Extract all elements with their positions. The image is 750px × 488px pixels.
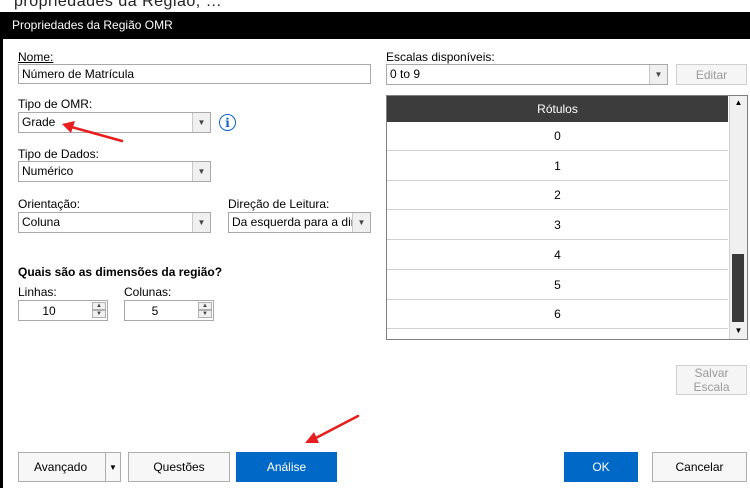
direcao-select[interactable]: Da esquerda para a dir ▼	[228, 212, 371, 233]
avancado-label: Avançado	[34, 460, 88, 474]
analise-button[interactable]: Análise	[236, 452, 337, 482]
dropdown-arrow-icon[interactable]: ▼	[192, 162, 210, 181]
linhas-value: 10	[42, 304, 56, 318]
nome-label-text: Nome:	[18, 50, 54, 64]
rotulos-table[interactable]: Rótulos 01234567 ▲ ▼	[386, 95, 748, 340]
spin-up-icon[interactable]: ▲	[92, 302, 106, 310]
escalas-label: Escalas disponíveis:	[386, 50, 495, 64]
dialog-title: Propriedades da Região OMR	[12, 18, 173, 32]
vertical-scrollbar[interactable]: ▲ ▼	[729, 96, 747, 339]
tipo-omr-value: Grade	[22, 115, 56, 129]
cancelar-button[interactable]: Cancelar	[652, 452, 747, 482]
direcao-value: Da esquerda para a dir	[232, 215, 352, 229]
info-icon[interactable]: i	[219, 114, 236, 131]
spin-down-icon[interactable]: ▼	[92, 310, 106, 318]
background-window-text: propriedades da Região, …	[14, 0, 223, 10]
colunas-label: Colunas:	[124, 285, 172, 299]
questoes-button[interactable]: Questões	[128, 452, 230, 482]
table-row[interactable]: 0	[387, 122, 728, 151]
table-row[interactable]: 3	[387, 211, 728, 241]
tipo-dados-value: Numérico	[22, 164, 74, 178]
table-row[interactable]: 2	[387, 181, 728, 211]
table-row[interactable]: 7	[387, 330, 728, 339]
editar-button[interactable]: Editar	[676, 64, 747, 85]
dimensoes-heading: Quais são as dimensões da região?	[18, 265, 223, 279]
linhas-stepper[interactable]: 10 ▲ ▼	[18, 300, 108, 321]
orientacao-select[interactable]: Coluna ▼	[18, 212, 211, 233]
dropdown-arrow-icon[interactable]: ▼	[105, 453, 121, 481]
escalas-select[interactable]: 0 to 9 ▼	[386, 64, 668, 85]
direcao-label: Direção de Leitura:	[228, 197, 330, 211]
linhas-label: Linhas:	[18, 285, 57, 299]
scroll-up-icon[interactable]: ▲	[730, 96, 747, 110]
orientacao-value: Coluna	[22, 215, 61, 229]
dropdown-arrow-icon[interactable]: ▼	[649, 65, 667, 84]
tipo-dados-label: Tipo de Dados:	[18, 147, 99, 161]
salvar-escala-button[interactable]: Salvar Escala	[676, 365, 747, 395]
tipo-omr-label: Tipo de OMR:	[18, 97, 93, 111]
rotulos-header: Rótulos	[387, 96, 728, 122]
nome-label: Nome:	[18, 50, 53, 64]
dialog-titlebar: Propriedades da Região OMR	[0, 12, 750, 39]
ok-button[interactable]: OK	[564, 452, 638, 482]
table-row[interactable]: 6	[387, 300, 728, 330]
tipo-dados-label-text: Tipo de Dados:	[18, 147, 99, 161]
background-window-strip: propriedades da Região, …	[0, 0, 750, 12]
nome-input[interactable]: Número de Matrícula	[18, 64, 371, 84]
tipo-dados-select[interactable]: Numérico ▼	[18, 161, 211, 182]
table-row[interactable]: 5	[387, 271, 728, 300]
colunas-value: 5	[151, 304, 159, 318]
table-row[interactable]: 1	[387, 152, 728, 181]
scroll-thumb[interactable]	[732, 254, 744, 322]
spin-down-icon[interactable]: ▼	[198, 310, 212, 318]
orientacao-label: Orientação:	[18, 197, 81, 211]
tipo-omr-select[interactable]: Grade ▼	[18, 112, 211, 133]
table-row[interactable]: 4	[387, 241, 728, 270]
scroll-down-icon[interactable]: ▼	[730, 324, 747, 338]
avancado-split-button[interactable]: Avançado ▼	[18, 452, 121, 482]
spin-up-icon[interactable]: ▲	[198, 302, 212, 310]
dropdown-arrow-icon[interactable]: ▼	[352, 213, 370, 232]
dropdown-arrow-icon[interactable]: ▼	[192, 113, 210, 132]
escalas-value: 0 to 9	[390, 67, 421, 81]
colunas-stepper[interactable]: 5 ▲ ▼	[124, 300, 214, 321]
dropdown-arrow-icon[interactable]: ▼	[192, 213, 210, 232]
